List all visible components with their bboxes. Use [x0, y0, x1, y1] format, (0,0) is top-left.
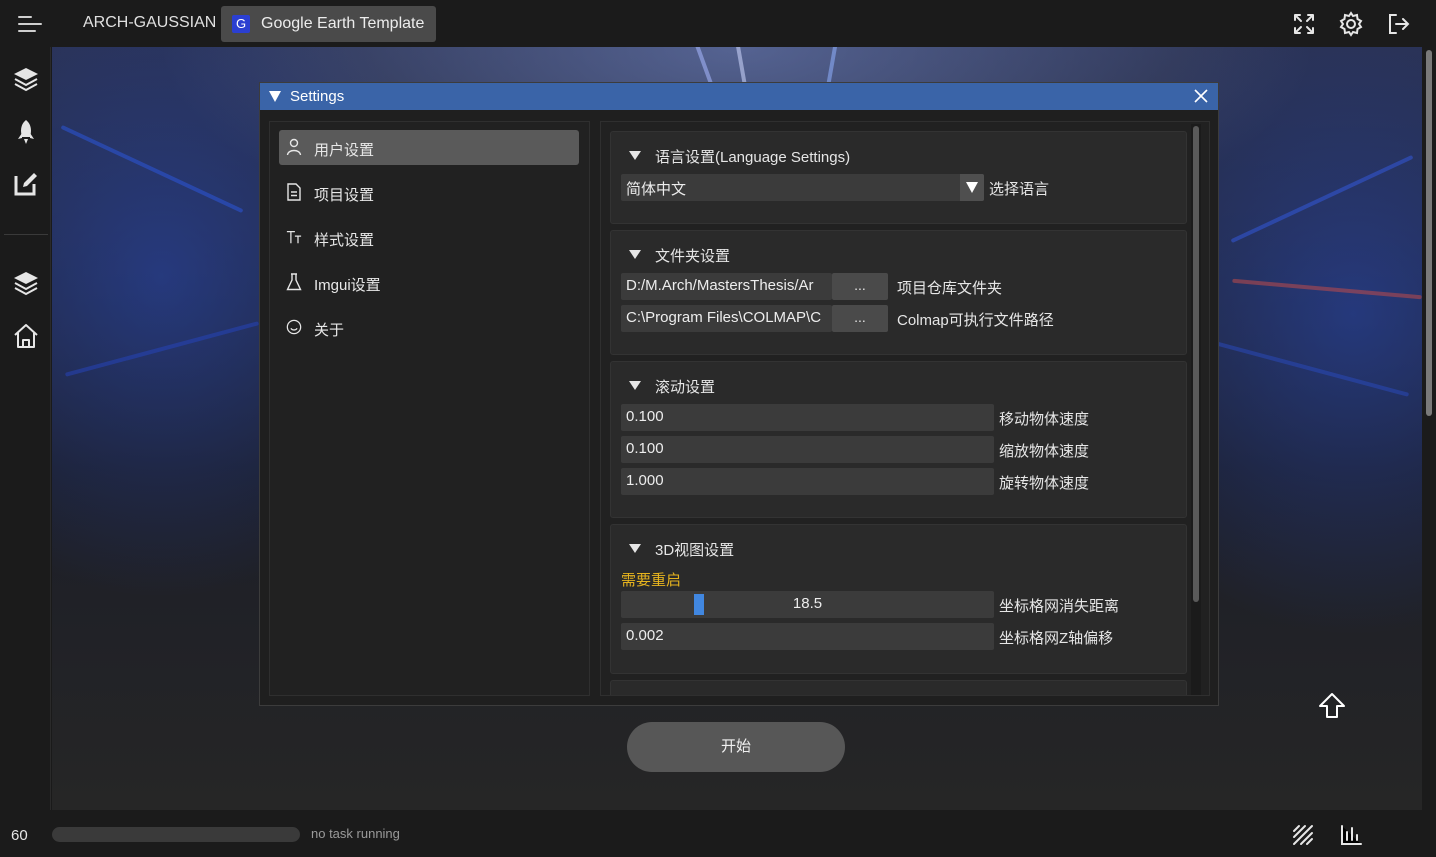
- settings-window: Settings 用户设置 项目设置 样式设置 Imgui设置 关于 语言设置(…: [259, 82, 1219, 706]
- move-speed-input[interactable]: 0.100: [621, 404, 994, 431]
- logout-icon[interactable]: [1385, 11, 1411, 37]
- nav-item-label: Imgui设置: [314, 277, 381, 294]
- next-section-partial: [610, 680, 1187, 695]
- user-icon: [286, 138, 302, 156]
- text-style-icon: [286, 231, 302, 244]
- nav-item-label: 样式设置: [314, 232, 375, 249]
- collapse-triangle-icon: [629, 151, 641, 160]
- nav-item-style-settings[interactable]: 样式设置: [279, 220, 579, 255]
- colmap-browse-button[interactable]: ...: [832, 305, 888, 332]
- bar-chart-icon[interactable]: [1339, 823, 1363, 847]
- tab-label: Google Earth Template: [261, 15, 425, 32]
- nav-item-about[interactable]: 关于: [279, 310, 579, 345]
- section-title: 滚动设置: [655, 379, 716, 396]
- fullscreen-icon[interactable]: [1291, 11, 1317, 37]
- collapse-triangle-icon: [629, 381, 641, 390]
- smiley-icon: [286, 319, 302, 335]
- rotate-speed-input[interactable]: 1.000: [621, 468, 994, 495]
- grid-z-offset-value: 0.002: [626, 627, 664, 644]
- nav-item-project-settings[interactable]: 项目设置: [279, 175, 579, 210]
- grid-z-offset-label: 坐标格网Z轴偏移: [999, 630, 1114, 647]
- task-progress-bar: [52, 827, 300, 842]
- collapse-triangle-icon: [629, 544, 641, 553]
- colmap-label: Colmap可执行文件路径: [897, 312, 1054, 329]
- nav-item-imgui-settings[interactable]: Imgui设置: [279, 265, 579, 300]
- scrollbar-thumb[interactable]: [1193, 126, 1199, 602]
- home-icon[interactable]: [12, 322, 40, 350]
- tab-google-earth-template[interactable]: G Google Earth Template: [221, 6, 436, 42]
- section-title: 文件夹设置: [655, 248, 731, 265]
- nav-item-label: 关于: [314, 322, 345, 339]
- status-bar: 60 no task running: [0, 810, 1436, 857]
- rotate-speed-label: 旋转物体速度: [999, 475, 1090, 492]
- flask-icon: [286, 273, 302, 291]
- tab-letter-icon: G: [232, 15, 250, 33]
- collapse-triangle-icon[interactable]: [269, 91, 281, 102]
- document-icon: [287, 183, 301, 201]
- task-status: no task running: [311, 826, 400, 841]
- app-title: ARCH-GAUSSIAN: [83, 14, 217, 31]
- left-sidebar: [0, 47, 51, 810]
- edit-icon[interactable]: [12, 170, 40, 198]
- colmap-path-value: C:\Program Files\COLMAP\C: [626, 309, 822, 326]
- settings-nav: 用户设置 项目设置 样式设置 Imgui设置 关于: [269, 121, 590, 696]
- repo-path-input[interactable]: D:/M.Arch/MastersThesis/Ar: [621, 273, 832, 300]
- section-title: 3D视图设置: [655, 542, 735, 559]
- scrollbar-thumb[interactable]: [1426, 50, 1432, 416]
- settings-content: 语言设置(Language Settings) 简体中文 选择语言 文件夹设置 …: [600, 121, 1210, 696]
- move-speed-label: 移动物体速度: [999, 411, 1090, 428]
- nav-item-label: 项目设置: [314, 187, 375, 204]
- move-speed-value: 0.100: [626, 408, 664, 425]
- language-label: 选择语言: [989, 181, 1050, 198]
- zoom-speed-value: 0.100: [626, 440, 664, 457]
- grid-z-offset-input[interactable]: 0.002: [621, 623, 994, 650]
- grid-fade-distance-label: 坐标格网消失距离: [999, 598, 1120, 615]
- repo-label: 项目仓库文件夹: [897, 280, 1003, 297]
- start-button[interactable]: 开始: [627, 722, 845, 772]
- restart-required-warning: 需要重启: [621, 572, 682, 589]
- grid-fade-distance-value: 18.5: [792, 595, 823, 612]
- menu-icon[interactable]: [18, 14, 42, 34]
- nav-item-label: 用户设置: [314, 142, 375, 159]
- gear-icon[interactable]: [1338, 11, 1364, 37]
- language-section: 语言设置(Language Settings) 简体中文 选择语言: [610, 131, 1187, 224]
- settings-titlebar[interactable]: Settings: [260, 83, 1218, 110]
- zoom-speed-input[interactable]: 0.100: [621, 436, 994, 463]
- collapse-triangle-icon: [629, 250, 641, 259]
- content-scrollbar[interactable]: [1191, 124, 1201, 695]
- top-bar: ARCH-GAUSSIAN G Google Earth Template: [0, 0, 1436, 47]
- language-select[interactable]: 简体中文: [621, 174, 984, 201]
- view3d-section: 3D视图设置 需要重启 18.5 坐标格网消失距离 0.002 坐标格网Z轴偏移: [610, 524, 1187, 674]
- repo-browse-button[interactable]: ...: [832, 273, 888, 300]
- scroll-section: 滚动设置 0.100 移动物体速度 0.100 缩放物体速度 1.000 旋转物…: [610, 361, 1187, 518]
- rocket-icon[interactable]: [12, 118, 40, 146]
- sidebar-divider: [4, 234, 48, 235]
- repo-path-value: D:/M.Arch/MastersThesis/Ar: [626, 277, 814, 294]
- language-selected: 简体中文: [626, 181, 687, 198]
- rotate-speed-value: 1.000: [626, 472, 664, 489]
- colmap-path-input[interactable]: C:\Program Files\COLMAP\C: [621, 305, 832, 332]
- dropdown-arrow-icon[interactable]: [960, 174, 984, 201]
- close-icon[interactable]: [1192, 87, 1210, 105]
- viewport-scrollbar[interactable]: [1422, 47, 1436, 810]
- fps-counter: 60: [11, 827, 28, 844]
- nav-item-user-settings[interactable]: 用户设置: [279, 130, 579, 165]
- wireframe-icon[interactable]: [1291, 823, 1315, 847]
- layers-icon[interactable]: [12, 269, 40, 297]
- settings-title: Settings: [290, 88, 345, 105]
- grid-fade-distance-slider[interactable]: 18.5: [621, 591, 994, 618]
- folder-section: 文件夹设置 D:/M.Arch/MastersThesis/Ar ... 项目仓…: [610, 230, 1187, 355]
- section-title: 语言设置(Language Settings): [655, 149, 851, 166]
- layers-icon[interactable]: [12, 65, 40, 93]
- zoom-speed-label: 缩放物体速度: [999, 443, 1090, 460]
- arrow-up-icon[interactable]: [1316, 690, 1348, 722]
